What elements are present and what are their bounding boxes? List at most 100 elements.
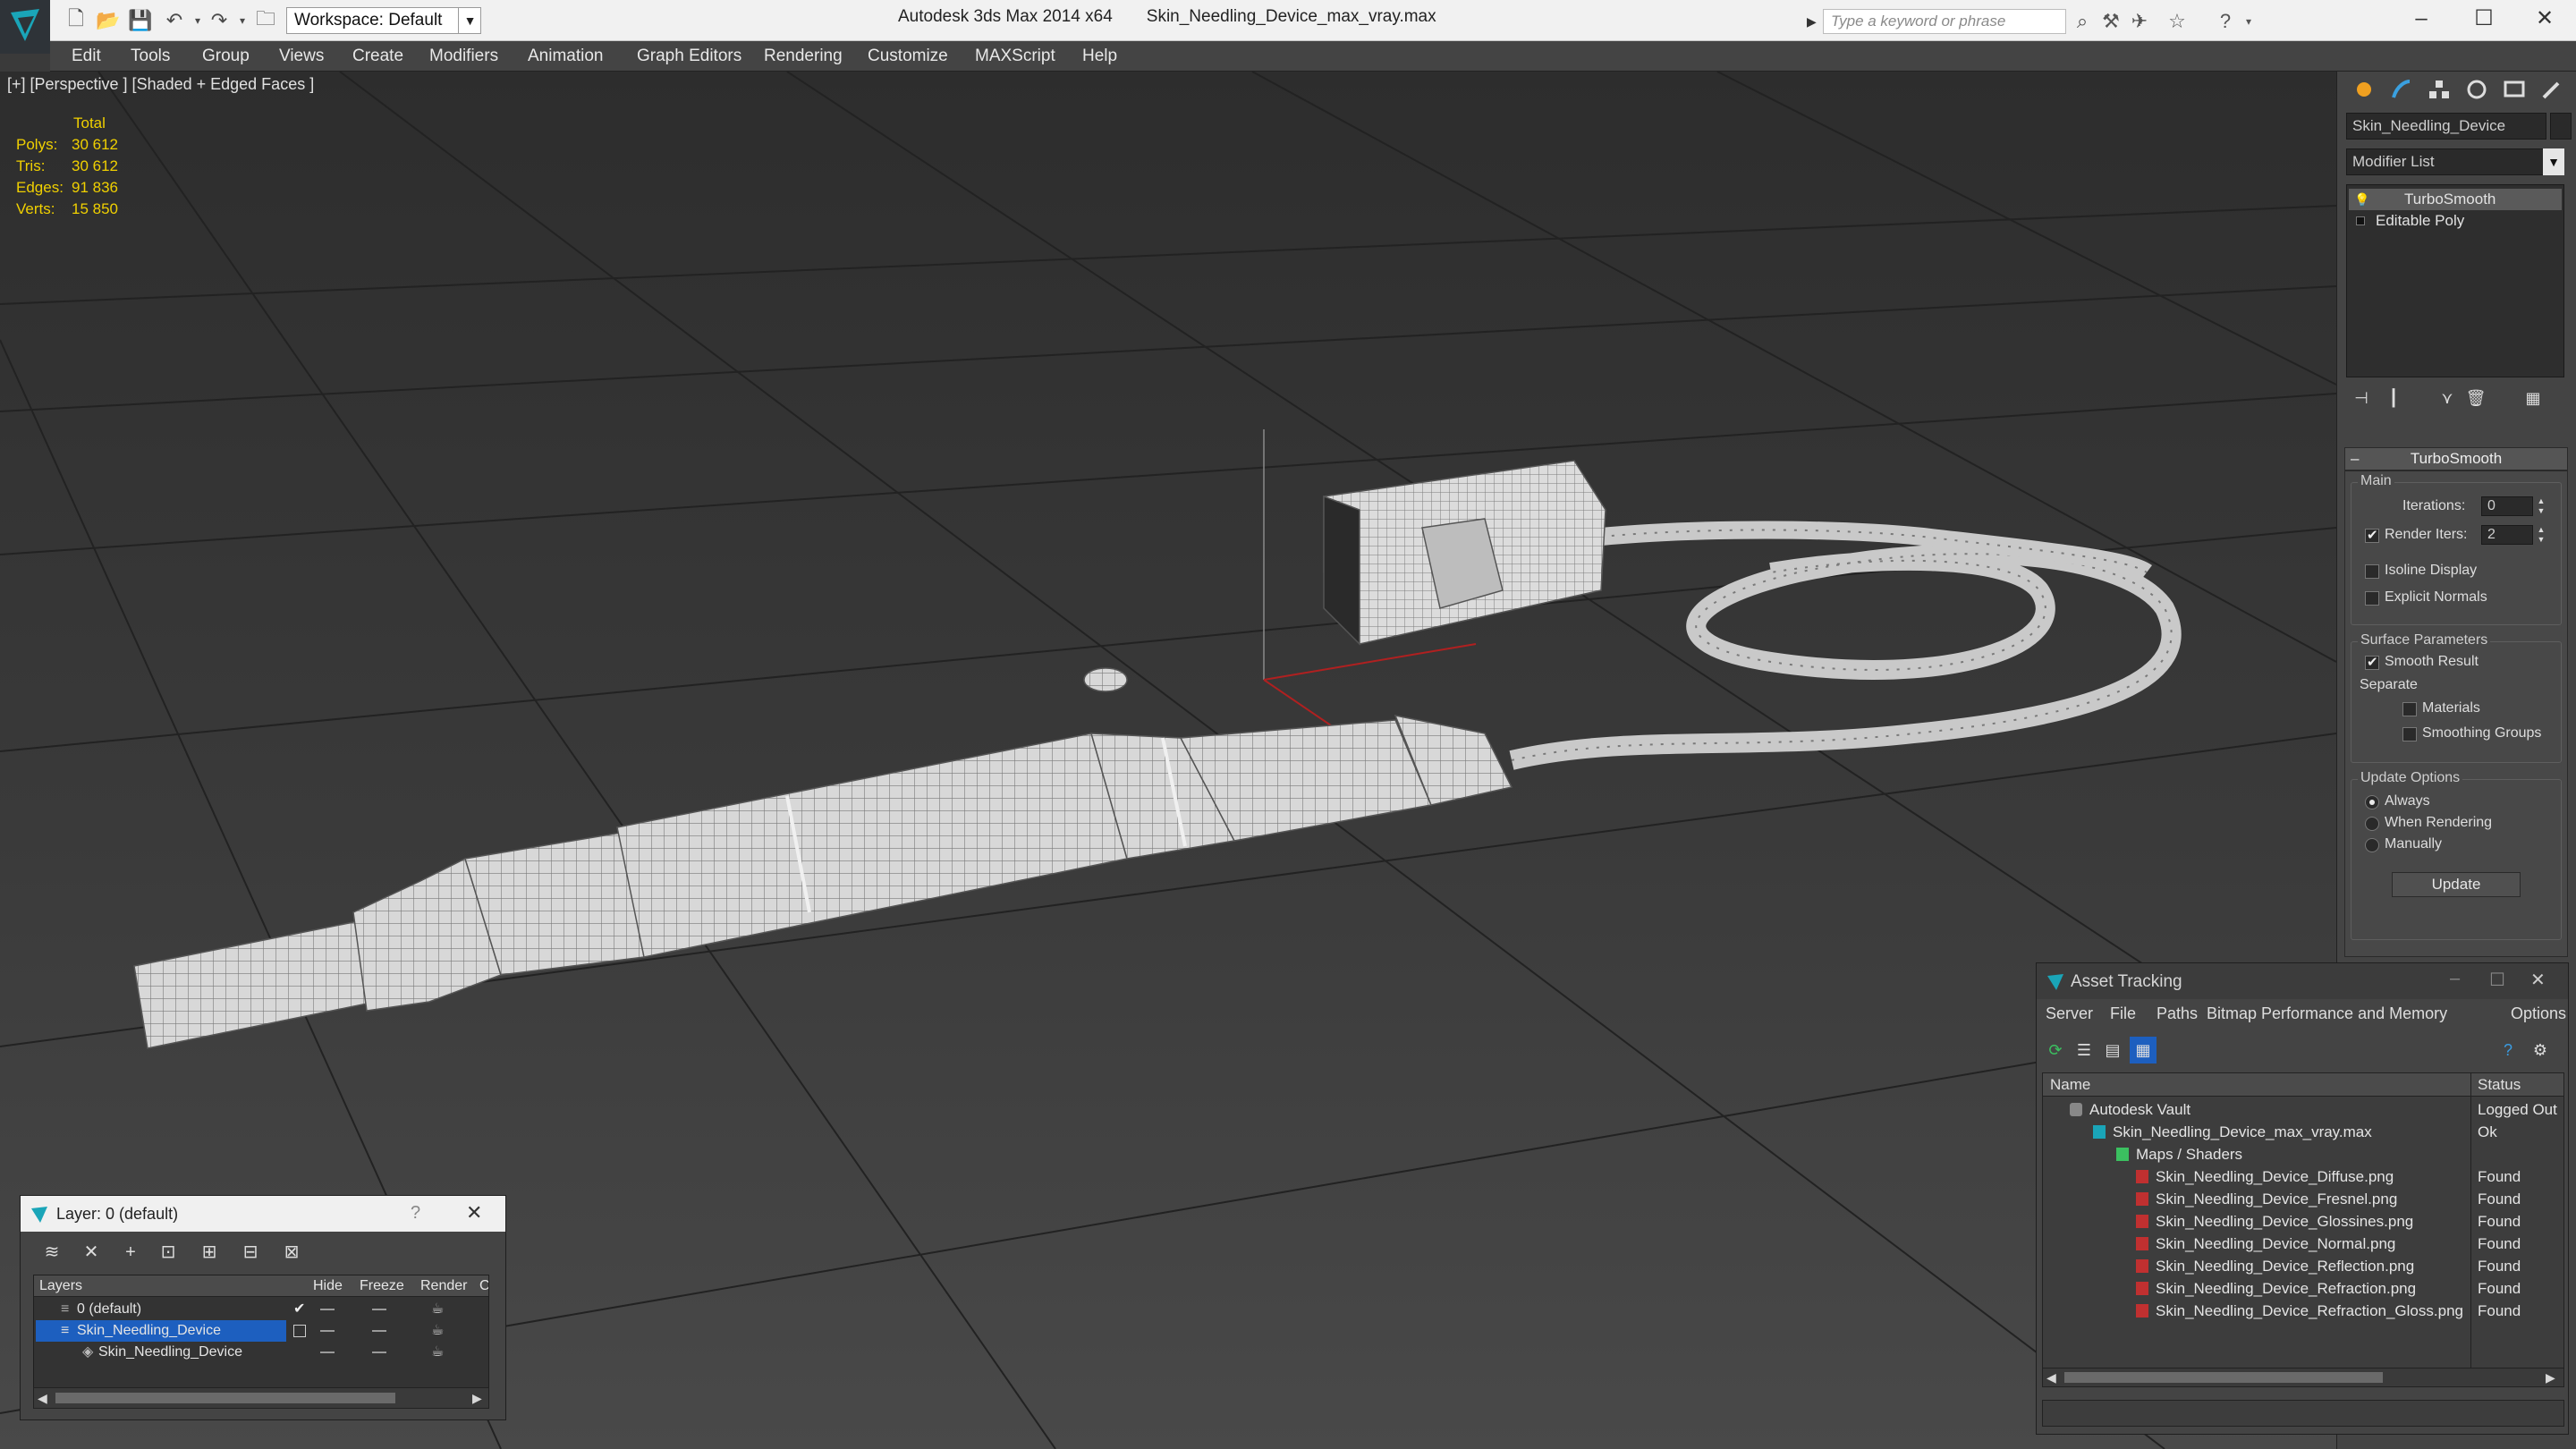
utilities-tab-icon[interactable] [2534, 72, 2570, 107]
communication-icon[interactable]: ✈ [2127, 9, 2152, 34]
asset-row[interactable]: Skin_Needling_Device_Fresnel.png Found [2043, 1188, 2563, 1210]
stack-item-turbosmooth[interactable]: 💡 TurboSmooth [2349, 189, 2562, 210]
render-iters-spinner-arrows[interactable]: ▲ ▼ [2535, 525, 2547, 545]
remove-modifier-icon[interactable]: 🗑 [2464, 386, 2487, 410]
modify-tab-icon[interactable] [2384, 72, 2419, 107]
search-expand-icon[interactable]: ▶ [1807, 9, 1823, 34]
col-freeze[interactable]: Freeze [360, 1278, 404, 1294]
scroll-right-icon[interactable]: ▶ [472, 1388, 482, 1408]
asset-tracking-titlebar[interactable]: Asset Tracking – ☐ ✕ [2037, 963, 2568, 999]
scroll-left-icon[interactable]: ◀ [2046, 1368, 2056, 1386]
asset-row[interactable]: Skin_Needling_Device_max_vray.max Ok [2043, 1121, 2563, 1143]
render-teapot-icon[interactable]: ☕ [431, 1342, 444, 1363]
update-manually-radio[interactable] [2365, 838, 2379, 852]
layer-delete-icon[interactable]: ✕ [78, 1239, 105, 1266]
table-view-icon[interactable]: ▤ [2099, 1037, 2126, 1063]
new-file-icon[interactable]: 🗋 [63, 7, 89, 34]
explicit-normals-checkbox[interactable] [2365, 591, 2379, 606]
layer-highlight-icon[interactable]: ⊞ [196, 1239, 223, 1266]
asset-horizontal-scrollbar[interactable]: ◀ ▶ [2042, 1368, 2564, 1387]
project-folder-icon[interactable]: 🗀 [252, 7, 279, 34]
expand-icon[interactable] [2356, 216, 2365, 225]
layer-hide-all-icon[interactable]: ⊟ [237, 1239, 264, 1266]
col-color[interactable]: C [479, 1278, 488, 1294]
configure-sets-icon[interactable]: ▦ [2521, 386, 2545, 410]
scroll-left-icon[interactable]: ◀ [38, 1388, 47, 1408]
layer-help-button[interactable]: ? [411, 1203, 420, 1224]
asset-maximize-button[interactable]: ☐ [2489, 969, 2505, 991]
render-teapot-icon[interactable]: ☕ [431, 1320, 444, 1342]
show-end-result-icon[interactable]: ┃ [2382, 386, 2405, 410]
col-hide[interactable]: Hide [313, 1278, 343, 1294]
hide-toggle[interactable] [320, 1352, 335, 1353]
asset-row[interactable]: Skin_Needling_Device_Refraction.png Foun… [2043, 1277, 2563, 1300]
update-button[interactable]: Update [2392, 872, 2521, 897]
menu-rendering[interactable]: Rendering [764, 41, 843, 72]
iterations-spinner[interactable]: 0 [2481, 496, 2533, 516]
asset-close-button[interactable]: ✕ [2530, 969, 2546, 991]
turbosmooth-rollout-header[interactable]: – TurboSmooth [2344, 447, 2568, 470]
hide-toggle[interactable] [320, 1309, 335, 1310]
asset-menu-bitmap[interactable]: Bitmap Performance and Memory [2207, 1004, 2447, 1023]
layer-row[interactable]: ≡ Skin_Needling_Device ☕ [34, 1320, 488, 1342]
app-logo-icon[interactable] [0, 0, 50, 54]
freeze-toggle[interactable] [372, 1352, 386, 1353]
lightbulb-icon[interactable]: 💡 [2354, 189, 2369, 210]
pin-stack-icon[interactable]: ⊣ [2350, 386, 2373, 410]
asset-row[interactable]: Skin_Needling_Device_Glossines.png Found [2043, 1210, 2563, 1233]
layer-select-objects-icon[interactable]: ⊡ [155, 1239, 182, 1266]
help-icon[interactable]: ? [2213, 9, 2238, 34]
minimize-button[interactable]: – [2390, 0, 2453, 38]
search-input[interactable]: Type a keyword or phrase [1823, 9, 2066, 34]
asset-settings-icon[interactable]: ⚙ [2527, 1037, 2554, 1063]
layer-close-button[interactable]: ✕ [466, 1201, 482, 1224]
viewport-label[interactable]: [+] [Perspective ] [Shaded + Edged Faces… [7, 75, 314, 94]
refresh-icon[interactable]: ⟳ [2042, 1037, 2069, 1063]
make-unique-icon[interactable]: ⋎ [2436, 386, 2459, 410]
list-view-icon[interactable]: ☰ [2071, 1037, 2097, 1063]
workspace-select[interactable]: Workspace: Default [286, 7, 481, 34]
asset-row[interactable]: Skin_Needling_Device_Refraction_Gloss.pn… [2043, 1300, 2563, 1322]
layer-dialog-titlebar[interactable]: Layer: 0 (default) ? ✕ [21, 1196, 505, 1232]
asset-menu-paths[interactable]: Paths [2157, 1004, 2198, 1023]
smooth-result-checkbox[interactable] [2365, 654, 2379, 670]
layer-new-icon[interactable]: ≋ [38, 1239, 65, 1266]
layer-row[interactable]: ≡ 0 (default) ✔ ☕ [34, 1299, 488, 1320]
object-name-field[interactable]: Skin_Needling_Device [2346, 113, 2546, 140]
layer-freeze-all-icon[interactable]: ⊠ [278, 1239, 305, 1266]
menu-create[interactable]: Create [352, 41, 403, 72]
menu-tools[interactable]: Tools [131, 41, 170, 72]
modifier-list-arrow-icon[interactable]: ▼ [2543, 148, 2564, 175]
binoculars-icon[interactable]: ⌕ [2070, 9, 2095, 34]
asset-menu-file[interactable]: File [2110, 1004, 2136, 1023]
update-always-radio[interactable] [2365, 795, 2379, 809]
create-tab-icon[interactable] [2346, 72, 2382, 107]
asset-menu-server[interactable]: Server [2046, 1004, 2093, 1023]
hierarchy-tab-icon[interactable] [2421, 72, 2457, 107]
menu-group[interactable]: Group [202, 41, 250, 72]
isoline-display-checkbox[interactable] [2365, 564, 2379, 579]
save-file-icon[interactable]: 💾 [127, 7, 154, 34]
asset-row[interactable]: Skin_Needling_Device_Normal.png Found [2043, 1233, 2563, 1255]
scroll-thumb[interactable] [2064, 1372, 2383, 1383]
iterations-spinner-arrows[interactable]: ▲ ▼ [2535, 496, 2547, 516]
stack-item-editable-poly[interactable]: Editable Poly [2349, 210, 2562, 232]
hide-toggle[interactable] [320, 1330, 335, 1332]
open-file-icon[interactable]: 📂 [95, 7, 122, 34]
maximize-button[interactable]: ☐ [2453, 0, 2515, 38]
menu-edit[interactable]: Edit [72, 41, 101, 72]
asset-row[interactable]: Autodesk Vault Logged Out [2043, 1098, 2563, 1121]
menu-graph-editors[interactable]: Graph Editors [637, 41, 741, 72]
current-layer-check-icon[interactable]: ✔ [293, 1299, 305, 1320]
object-color-swatch[interactable] [2550, 113, 2572, 140]
asset-menu-options[interactable]: Options [2511, 1004, 2566, 1023]
layer-horizontal-scrollbar[interactable]: ◀ ▶ [33, 1387, 489, 1409]
modifier-list-dropdown[interactable]: Modifier List [2346, 148, 2564, 175]
scroll-thumb[interactable] [55, 1393, 395, 1403]
asset-row[interactable]: Maps / Shaders [2043, 1143, 2563, 1165]
freeze-toggle[interactable] [372, 1330, 386, 1332]
asset-minimize-button[interactable]: – [2450, 969, 2460, 989]
close-button[interactable]: ✕ [2513, 0, 2576, 38]
grid-view-icon[interactable]: ▦ [2130, 1037, 2157, 1063]
asset-row[interactable]: Skin_Needling_Device_Diffuse.png Found [2043, 1165, 2563, 1188]
